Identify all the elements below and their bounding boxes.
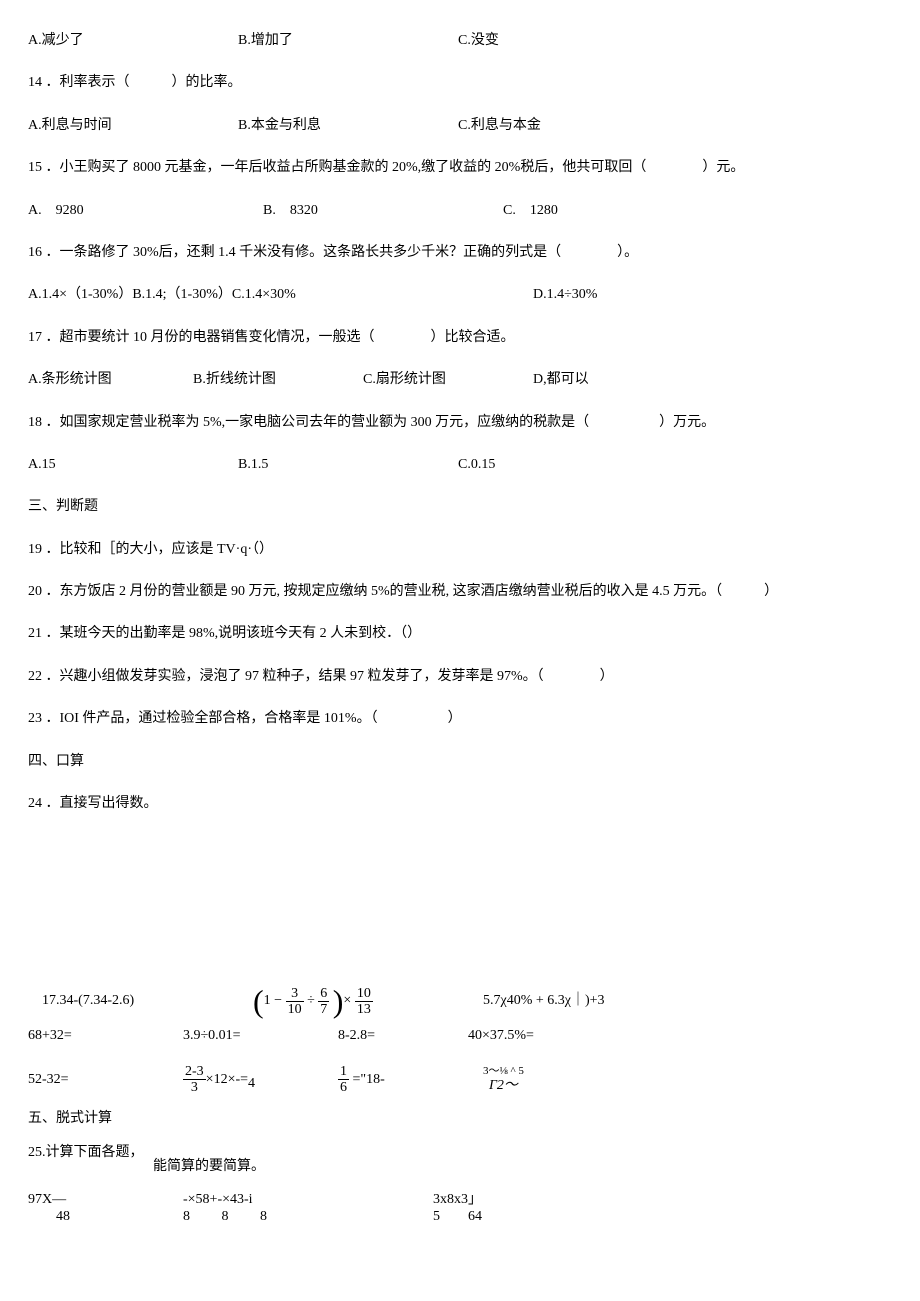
section-3-header: 三、判断题 [28,496,892,518]
calc-cell: 2-33×12×-=4 [183,1064,338,1096]
question-number: 17 [28,330,42,345]
question-number: 14 [28,75,42,90]
question-16: 16 ．一条路修了 30%后，还剩 1.4 千米没有修。这条路长共多少千米？正确… [28,242,892,264]
formula-row: 17.34-(7.34-2.6) (1 − 310 ÷ 67 )× 1013 5… [28,985,892,1017]
question-text: ．超市要统计 10 月份的电器销售变化情况，一般选（ ）比较合适。 [46,330,515,345]
option-b: B.折线统计图 [193,369,363,391]
q13-options: A.减少了 B.增加了 C.没变 [28,30,892,52]
question-20: 20 ．东方饭店 2 月份的营业额是 90 万元, 按规定应缴纳 5%的营业税,… [28,581,892,603]
calc-cell: 3x8x3」 5 64 [433,1192,482,1226]
option-abc: A.1.4×（1-30%）B.1.4;（1-30%）C.1.4×30% [28,284,533,306]
question-number: 16 [28,245,42,260]
question-text: ．小王购买了 8000 元基金，一年后收益占所购基金款的 20%,缴了收益的 2… [46,160,745,175]
question-text: ．直接写出得数。 [46,796,158,811]
question-number: 20 [28,584,42,599]
option-a: A.减少了 [28,30,238,52]
option-c: C. 1280 [503,200,703,222]
option-b: B.本金与利息 [238,115,458,137]
q16-options: A.1.4×（1-30%）B.1.4;（1-30%）C.1.4×30% D.1.… [28,284,892,306]
question-number: 19 [28,542,42,557]
question-18: 18 ．如国家规定营业税率为 5%,一家电脑公司去年的营业额为 300 万元，应… [28,412,892,434]
calc-row-2: 52-32= 2-33×12×-=4 16 ="18- 3～⅛ ^ 5 Γ2～ [28,1064,892,1096]
question-number: 15 [28,160,42,175]
formula-3: 5.7χ40% + 6.3χ｜)+3 [483,990,605,1012]
formula-2: (1 − 310 ÷ 67 )× 1013 [253,985,483,1017]
calc-cell: 68+32= [28,1025,183,1047]
question-number: 21 [28,626,42,641]
question-21: 21 ．某班今天的出勤率是 98%,说明该班今天有 2 人未到校．（） [28,623,892,645]
q18-options: A.15 B.1.5 C.0.15 [28,454,892,476]
option-c: C.0.15 [458,454,658,476]
question-text: ．比较和［的大小，应该是 TV·q·（） [46,542,274,557]
option-a: A.条形统计图 [28,369,193,391]
question-sub: 能简算的要简算。 [153,1156,265,1178]
calc-row-1: 68+32= 3.9÷0.01= 8-2.8= 40×37.5%= [28,1025,892,1047]
calc-cell: 52-32= [28,1069,183,1091]
question-text: ．IOI 件产品，通过检验全部合格，合格率是 101%。（ ） [46,711,462,726]
question-text: ．兴趣小组做发芽实验，浸泡了 97 粒种子，结果 97 粒发芽了，发芽率是 97… [46,669,614,684]
option-d: D,都可以 [533,369,589,391]
question-14: 14 ．利率表示（ ）的比率。 [28,72,892,94]
option-a: A. 9280 [28,200,263,222]
formula-1: 17.34-(7.34-2.6) [28,990,253,1012]
calc-cell: 16 ="18- [338,1064,483,1096]
question-15: 15 ．小王购买了 8000 元基金，一年后收益占所购基金款的 20%,缴了收益… [28,157,892,179]
option-c: C.利息与本金 [458,115,658,137]
question-number: 18 [28,415,42,430]
question-text: ．东方饭店 2 月份的营业额是 90 万元, 按规定应缴纳 5%的营业税, 这家… [46,584,779,599]
option-b: B. 8320 [263,200,503,222]
question-text: ．一条路修了 30%后，还剩 1.4 千米没有修。这条路长共多少千米？正确的列式… [46,245,639,260]
option-a: A.利息与时间 [28,115,238,137]
question-22: 22 ．兴趣小组做发芽实验，浸泡了 97 粒种子，结果 97 粒发芽了，发芽率是… [28,666,892,688]
section-5-header: 五、脱式计算 [28,1108,892,1130]
q14-options: A.利息与时间 B.本金与利息 C.利息与本金 [28,115,892,137]
question-text: 计算下面各题， [46,1145,144,1160]
calc-cell: -×58+-×43-i 8 8 8 [183,1192,433,1226]
option-c: C.扇形统计图 [363,369,533,391]
question-number: 22 [28,669,42,684]
question-number: 24 [28,796,42,811]
question-23: 23 ．IOI 件产品，通过检验全部合格，合格率是 101%。（ ） [28,708,892,730]
calc-cell: 3.9÷0.01= [183,1025,338,1047]
question-24: 24 ．直接写出得数。 [28,793,892,815]
option-d: D.1.4÷30% [533,284,597,306]
calc-cell: 3～⅛ ^ 5 Γ2～ [483,1065,524,1095]
question-25: 25.计算下面各题， 能简算的要简算。 [28,1142,892,1178]
option-b: B.增加了 [238,30,458,52]
question-number: 25. [28,1145,46,1160]
option-a: A.15 [28,454,238,476]
option-b: B.1.5 [238,454,458,476]
calc-cell: 97X— 48 [28,1192,183,1226]
calc-cell: 40×37.5%= [468,1025,534,1047]
calc-cell: 8-2.8= [338,1025,468,1047]
section-4-header: 四、口算 [28,751,892,773]
option-c: C.没变 [458,30,658,52]
q17-options: A.条形统计图 B.折线统计图 C.扇形统计图 D,都可以 [28,369,892,391]
question-text: ．某班今天的出勤率是 98%,说明该班今天有 2 人未到校．（） [46,626,422,641]
question-text: ．如国家规定营业税率为 5%,一家电脑公司去年的营业额为 300 万元，应缴纳的… [46,415,716,430]
question-text: ．利率表示（ ）的比率。 [46,75,242,90]
q15-options: A. 9280 B. 8320 C. 1280 [28,200,892,222]
question-number: 23 [28,711,42,726]
question-17: 17 ．超市要统计 10 月份的电器销售变化情况，一般选（ ）比较合适。 [28,327,892,349]
final-calc-row: 97X— 48 -×58+-×43-i 8 8 8 3x8x3」 5 64 [28,1192,892,1226]
question-19: 19 ．比较和［的大小，应该是 TV·q·（） [28,539,892,561]
